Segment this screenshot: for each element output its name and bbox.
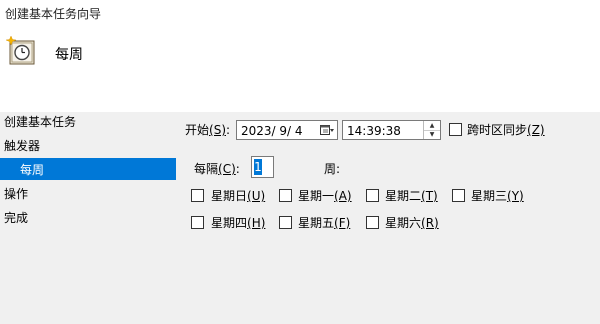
saturday-accesskey: (R) — [421, 216, 439, 230]
monday-accesskey: (A) — [334, 189, 352, 203]
start-date-picker[interactable]: 2023/ 9/ 4 — [236, 120, 338, 140]
label-sunday: 星期日(U) — [211, 187, 265, 204]
label-tuesday: 星期二(T) — [385, 187, 438, 204]
every-accesskey: (C) — [218, 162, 236, 176]
tuesday-accesskey: (T) — [421, 189, 438, 203]
label-saturday: 星期六(R) — [385, 214, 439, 231]
friday-accesskey: (F) — [334, 216, 351, 230]
sunday-accesskey: (U) — [247, 189, 266, 203]
time-spin-control[interactable]: ▲ ▼ — [423, 121, 440, 139]
step-weekly-label: 每周 — [20, 163, 45, 177]
saturday-text: 星期六 — [385, 216, 422, 230]
task-clock-icon — [5, 35, 36, 66]
every-label: 每隔(C): — [194, 162, 240, 176]
week-interval-input[interactable]: 1 — [251, 156, 274, 178]
label-monday: 星期一(A) — [298, 187, 352, 204]
sync-timezone-text: 跨时区同步 — [467, 123, 528, 137]
start-accesskey: (S) — [209, 123, 226, 137]
weeks-suffix-label: 周: — [324, 162, 341, 176]
window-title: 创建基本任务向导 — [5, 7, 102, 21]
wizard-header: 每周 — [0, 30, 600, 112]
start-label: 开始(S): — [185, 123, 231, 137]
page-title: 每周 — [55, 47, 83, 63]
wizard-content: 创建基本任务 触发器 每周 操作 完成 开始(S): 2023/ 9/ 4 14… — [0, 112, 600, 324]
start-text: 开始 — [185, 123, 210, 137]
wednesday-text: 星期三 — [471, 189, 508, 203]
step-action[interactable]: 操作 — [4, 186, 28, 202]
monday-text: 星期一 — [298, 189, 335, 203]
checkbox-wednesday[interactable] — [452, 189, 465, 202]
checkbox-sunday[interactable] — [191, 189, 204, 202]
step-weekly-active[interactable]: 每周 — [0, 158, 176, 180]
week-interval-value: 1 — [254, 159, 262, 175]
thursday-accesskey: (H) — [247, 216, 266, 230]
checkbox-saturday[interactable] — [366, 216, 379, 229]
sunday-text: 星期日 — [211, 189, 248, 203]
start-time-spinner[interactable]: 14:39:38 ▲ ▼ — [342, 120, 441, 140]
calendar-icon[interactable] — [320, 124, 334, 136]
spin-down-icon[interactable]: ▼ — [424, 130, 440, 139]
start-time-value: 14:39:38 — [347, 124, 401, 138]
step-finish[interactable]: 完成 — [4, 210, 28, 226]
sync-accesskey: (Z) — [527, 123, 545, 137]
friday-text: 星期五 — [298, 216, 335, 230]
every-text: 每隔 — [194, 162, 219, 176]
label-thursday: 星期四(H) — [211, 214, 265, 231]
checkbox-monday[interactable] — [279, 189, 292, 202]
thursday-text: 星期四 — [211, 216, 248, 230]
checkbox-thursday[interactable] — [191, 216, 204, 229]
start-date-value: 2023/ 9/ 4 — [241, 124, 303, 138]
step-create-basic-task[interactable]: 创建基本任务 — [4, 114, 76, 130]
label-friday: 星期五(F) — [298, 214, 350, 231]
wednesday-accesskey: (Y) — [507, 189, 524, 203]
label-wednesday: 星期三(Y) — [471, 187, 524, 204]
tuesday-text: 星期二 — [385, 189, 422, 203]
step-trigger[interactable]: 触发器 — [4, 138, 40, 154]
title-bar: 创建基本任务向导 — [0, 0, 600, 30]
checkbox-tuesday[interactable] — [366, 189, 379, 202]
checkbox-friday[interactable] — [279, 216, 292, 229]
sync-timezone-label: 跨时区同步(Z) — [467, 121, 545, 138]
sync-timezone-checkbox[interactable] — [449, 123, 462, 136]
